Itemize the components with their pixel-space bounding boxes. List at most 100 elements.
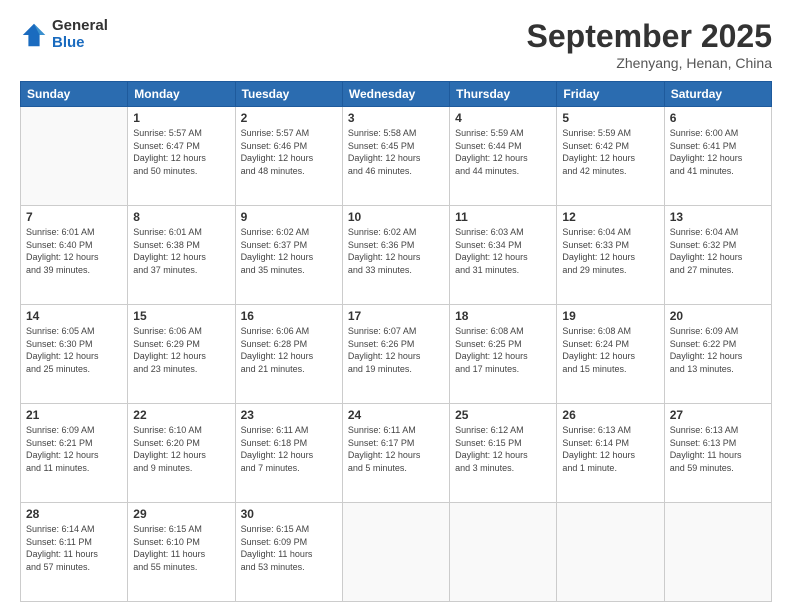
calendar-cell-1-2: 9 Sunrise: 6:02 AM Sunset: 6:37 PM Daylig…: [235, 206, 342, 305]
day-info: Sunrise: 6:05 AM Sunset: 6:30 PM Dayligh…: [26, 325, 122, 375]
day-info: Sunrise: 5:59 AM Sunset: 6:42 PM Dayligh…: [562, 127, 658, 177]
calendar-week-3: 14 Sunrise: 6:05 AM Sunset: 6:30 PM Dayli…: [21, 305, 772, 404]
day-number: 30: [241, 507, 337, 521]
day-number: 23: [241, 408, 337, 422]
col-saturday: Saturday: [664, 82, 771, 107]
day-number: 17: [348, 309, 444, 323]
day-info: Sunrise: 6:04 AM Sunset: 6:32 PM Dayligh…: [670, 226, 766, 276]
day-number: 29: [133, 507, 229, 521]
day-number: 10: [348, 210, 444, 224]
calendar-week-5: 28 Sunrise: 6:14 AM Sunset: 6:11 PM Dayli…: [21, 503, 772, 602]
day-number: 21: [26, 408, 122, 422]
logo-text: General Blue: [52, 18, 108, 51]
calendar-cell-1-3: 10Sunrise: 6:02 AM Sunset: 6:36 PM Dayli…: [342, 206, 449, 305]
calendar-cell-4-6: [664, 503, 771, 602]
location-subtitle: Zhenyang, Henan, China: [527, 55, 772, 71]
calendar-cell-0-2: 2 Sunrise: 5:57 AM Sunset: 6:46 PM Daylig…: [235, 107, 342, 206]
day-info: Sunrise: 6:07 AM Sunset: 6:26 PM Dayligh…: [348, 325, 444, 375]
calendar-cell-0-4: 4 Sunrise: 5:59 AM Sunset: 6:44 PM Daylig…: [450, 107, 557, 206]
day-number: 24: [348, 408, 444, 422]
day-info: Sunrise: 6:15 AM Sunset: 6:10 PM Dayligh…: [133, 523, 229, 573]
day-number: 8: [133, 210, 229, 224]
calendar-cell-2-0: 14 Sunrise: 6:05 AM Sunset: 6:30 PM Dayli…: [21, 305, 128, 404]
day-number: 14: [26, 309, 122, 323]
day-info: Sunrise: 6:13 AM Sunset: 6:13 PM Dayligh…: [670, 424, 766, 474]
day-number: 13: [670, 210, 766, 224]
calendar-cell-1-0: 7 Sunrise: 6:01 AM Sunset: 6:40 PM Daylig…: [21, 206, 128, 305]
day-info: Sunrise: 5:57 AM Sunset: 6:46 PM Dayligh…: [241, 127, 337, 177]
logo-general-text: General: [52, 18, 108, 35]
day-number: 1: [133, 111, 229, 125]
calendar-page: General Blue September 2025 Zhenyang, He…: [0, 0, 792, 612]
day-info: Sunrise: 6:15 AM Sunset: 6:09 PM Dayligh…: [241, 523, 337, 573]
calendar-cell-0-3: 3 Sunrise: 5:58 AM Sunset: 6:45 PM Daylig…: [342, 107, 449, 206]
day-info: Sunrise: 6:14 AM Sunset: 6:11 PM Dayligh…: [26, 523, 122, 573]
day-number: 18: [455, 309, 551, 323]
day-number: 19: [562, 309, 658, 323]
calendar-header-row: Sunday Monday Tuesday Wednesday Thursday…: [21, 82, 772, 107]
calendar-cell-2-1: 15Sunrise: 6:06 AM Sunset: 6:29 PM Dayli…: [128, 305, 235, 404]
calendar-week-2: 7 Sunrise: 6:01 AM Sunset: 6:40 PM Daylig…: [21, 206, 772, 305]
header: General Blue September 2025 Zhenyang, He…: [20, 18, 772, 71]
calendar-cell-0-5: 5 Sunrise: 5:59 AM Sunset: 6:42 PM Daylig…: [557, 107, 664, 206]
day-info: Sunrise: 5:58 AM Sunset: 6:45 PM Dayligh…: [348, 127, 444, 177]
day-info: Sunrise: 6:06 AM Sunset: 6:28 PM Dayligh…: [241, 325, 337, 375]
day-number: 6: [670, 111, 766, 125]
logo: General Blue: [20, 18, 108, 51]
day-info: Sunrise: 6:08 AM Sunset: 6:24 PM Dayligh…: [562, 325, 658, 375]
day-info: Sunrise: 6:01 AM Sunset: 6:38 PM Dayligh…: [133, 226, 229, 276]
day-info: Sunrise: 6:13 AM Sunset: 6:14 PM Dayligh…: [562, 424, 658, 474]
day-info: Sunrise: 5:57 AM Sunset: 6:47 PM Dayligh…: [133, 127, 229, 177]
col-sunday: Sunday: [21, 82, 128, 107]
day-info: Sunrise: 5:59 AM Sunset: 6:44 PM Dayligh…: [455, 127, 551, 177]
month-title: September 2025: [527, 18, 772, 55]
day-number: 9: [241, 210, 337, 224]
day-info: Sunrise: 6:09 AM Sunset: 6:21 PM Dayligh…: [26, 424, 122, 474]
calendar-cell-2-4: 18 Sunrise: 6:08 AM Sunset: 6:25 PM Dayli…: [450, 305, 557, 404]
calendar-cell-4-1: 29 Sunrise: 6:15 AM Sunset: 6:10 PM Dayli…: [128, 503, 235, 602]
day-number: 20: [670, 309, 766, 323]
col-thursday: Thursday: [450, 82, 557, 107]
calendar-cell-0-0: [21, 107, 128, 206]
calendar-cell-1-4: 11Sunrise: 6:03 AM Sunset: 6:34 PM Dayli…: [450, 206, 557, 305]
day-info: Sunrise: 6:11 AM Sunset: 6:17 PM Dayligh…: [348, 424, 444, 474]
calendar-cell-2-2: 16Sunrise: 6:06 AM Sunset: 6:28 PM Dayli…: [235, 305, 342, 404]
calendar-cell-4-3: [342, 503, 449, 602]
calendar-cell-3-0: 21 Sunrise: 6:09 AM Sunset: 6:21 PM Dayli…: [21, 404, 128, 503]
day-info: Sunrise: 6:02 AM Sunset: 6:37 PM Dayligh…: [241, 226, 337, 276]
day-info: Sunrise: 6:06 AM Sunset: 6:29 PM Dayligh…: [133, 325, 229, 375]
calendar-cell-1-6: 13 Sunrise: 6:04 AM Sunset: 6:32 PM Dayli…: [664, 206, 771, 305]
calendar-cell-3-5: 26 Sunrise: 6:13 AM Sunset: 6:14 PM Dayli…: [557, 404, 664, 503]
day-info: Sunrise: 6:03 AM Sunset: 6:34 PM Dayligh…: [455, 226, 551, 276]
col-friday: Friday: [557, 82, 664, 107]
calendar-cell-4-0: 28 Sunrise: 6:14 AM Sunset: 6:11 PM Dayli…: [21, 503, 128, 602]
day-info: Sunrise: 6:01 AM Sunset: 6:40 PM Dayligh…: [26, 226, 122, 276]
calendar-cell-3-3: 24 Sunrise: 6:11 AM Sunset: 6:17 PM Dayli…: [342, 404, 449, 503]
day-number: 7: [26, 210, 122, 224]
day-number: 12: [562, 210, 658, 224]
day-number: 2: [241, 111, 337, 125]
calendar-cell-4-2: 30 Sunrise: 6:15 AM Sunset: 6:09 PM Dayli…: [235, 503, 342, 602]
day-number: 4: [455, 111, 551, 125]
calendar-cell-3-2: 23Sunrise: 6:11 AM Sunset: 6:18 PM Dayli…: [235, 404, 342, 503]
day-number: 3: [348, 111, 444, 125]
day-number: 25: [455, 408, 551, 422]
day-number: 28: [26, 507, 122, 521]
calendar-cell-2-6: 20Sunrise: 6:09 AM Sunset: 6:22 PM Dayli…: [664, 305, 771, 404]
calendar-cell-2-3: 17 Sunrise: 6:07 AM Sunset: 6:26 PM Dayli…: [342, 305, 449, 404]
day-number: 26: [562, 408, 658, 422]
day-info: Sunrise: 6:10 AM Sunset: 6:20 PM Dayligh…: [133, 424, 229, 474]
day-info: Sunrise: 6:12 AM Sunset: 6:15 PM Dayligh…: [455, 424, 551, 474]
calendar-cell-4-5: [557, 503, 664, 602]
calendar-cell-4-4: [450, 503, 557, 602]
calendar-cell-1-1: 8 Sunrise: 6:01 AM Sunset: 6:38 PM Daylig…: [128, 206, 235, 305]
calendar-cell-0-6: 6Sunrise: 6:00 AM Sunset: 6:41 PM Daylig…: [664, 107, 771, 206]
day-info: Sunrise: 6:04 AM Sunset: 6:33 PM Dayligh…: [562, 226, 658, 276]
day-info: Sunrise: 6:08 AM Sunset: 6:25 PM Dayligh…: [455, 325, 551, 375]
col-monday: Monday: [128, 82, 235, 107]
calendar-cell-3-1: 22Sunrise: 6:10 AM Sunset: 6:20 PM Dayli…: [128, 404, 235, 503]
col-tuesday: Tuesday: [235, 82, 342, 107]
calendar-cell-1-5: 12 Sunrise: 6:04 AM Sunset: 6:33 PM Dayli…: [557, 206, 664, 305]
day-number: 5: [562, 111, 658, 125]
calendar-table: Sunday Monday Tuesday Wednesday Thursday…: [20, 81, 772, 602]
